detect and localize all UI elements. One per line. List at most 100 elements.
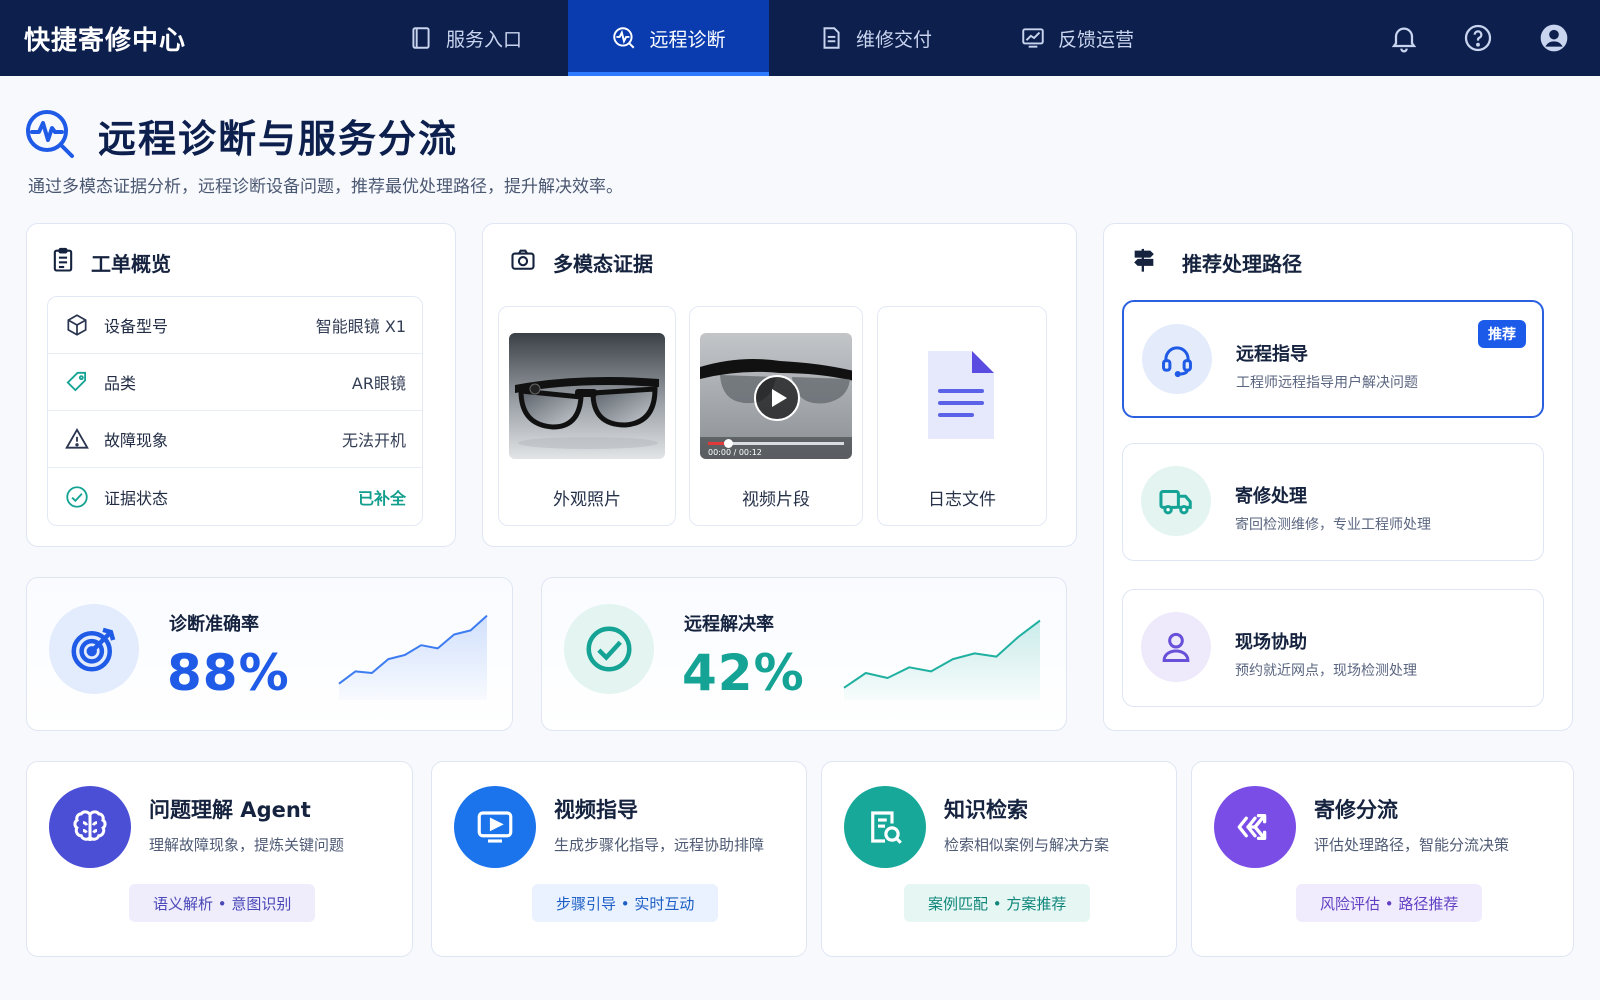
- video-play-icon: [477, 811, 513, 843]
- tab-repair-delivery[interactable]: 维修交付: [790, 0, 960, 76]
- video-play-button[interactable]: [754, 375, 800, 421]
- route-remote-guidance[interactable]: 远程指导 工程师远程指导用户解决问题 推荐: [1122, 300, 1544, 418]
- truck-icon: [1159, 489, 1192, 515]
- video-progress-track[interactable]: [708, 439, 844, 448]
- overview-value: AR眼镜: [351, 374, 406, 393]
- video-timecode: 00:00 / 00:12: [708, 448, 762, 457]
- book-icon: [412, 27, 430, 49]
- route-title: 现场协助: [1235, 632, 1307, 653]
- agent-card-knowledge-retrieval[interactable]: 知识检索 检索相似案例与解决方案 案例匹配 • 方案推荐: [821, 761, 1177, 957]
- sparkline-area: [339, 615, 487, 700]
- person-icon: [1162, 632, 1190, 662]
- doc-search-icon: [871, 811, 902, 844]
- tab-remote-diagnosis[interactable]: 远程诊断: [568, 0, 769, 76]
- agent-desc: 评估处理路径，智能分流决策: [1314, 836, 1510, 854]
- agent-tags: 风险评估 • 路径推荐: [1296, 884, 1483, 922]
- split-arrows-icon: [1237, 813, 1267, 841]
- check-circle-icon: [66, 485, 88, 508]
- headset-icon: [1162, 346, 1192, 378]
- overview-label: 证据状态: [104, 488, 169, 508]
- route-mail-in-repair[interactable]: 寄修处理 寄回检测维修，专业工程师处理: [1122, 443, 1544, 561]
- tab-label: 远程诊断: [649, 28, 726, 51]
- signpost-icon: [1134, 248, 1154, 272]
- route-desc: 预约就近网点，现场检测处理: [1235, 663, 1417, 679]
- evidence-title: 多模态证据: [553, 252, 653, 276]
- agent-desc: 检索相似案例与解决方案: [944, 836, 1110, 854]
- glasses-photo-image: [509, 333, 665, 459]
- evidence-card: 多模态证据 外观照片 00:00 / 00:12 视频片段 日志文件: [482, 223, 1077, 547]
- top-nav-bar: 快捷寄修中心 服务入口 远程诊断 维修交付 反馈运营: [0, 0, 1600, 76]
- metric-value: 42%: [682, 644, 805, 702]
- metric-icon-circle: [49, 604, 139, 694]
- metric-label: 远程解决率: [684, 614, 774, 635]
- routes-card: 推荐处理路径 远程指导 工程师远程指导用户解决问题 推荐 寄修处理 寄回检测维修…: [1103, 223, 1573, 731]
- recommended-badge: 推荐: [1478, 320, 1526, 348]
- log-file-icon: [928, 351, 994, 439]
- route-title: 寄修处理: [1235, 486, 1307, 507]
- route-icon-circle: [1142, 324, 1212, 394]
- routes-title: 推荐处理路径: [1182, 252, 1302, 276]
- route-desc: 工程师远程指导用户解决问题: [1236, 375, 1418, 391]
- user-icon[interactable]: [1538, 22, 1570, 54]
- agent-icon-circle: [49, 786, 131, 868]
- tab-label: 服务入口: [445, 28, 522, 51]
- route-onsite-assist[interactable]: 现场协助 预约就近网点，现场检测处理: [1122, 589, 1544, 707]
- agent-title: 问题理解 Agent: [149, 798, 311, 822]
- agent-icon-circle: [1214, 786, 1296, 868]
- agent-card-video-guidance[interactable]: 视频指导 生成步骤化指导，远程协助排障 步骤引导 • 实时互动: [431, 761, 807, 957]
- tab-label: 反馈运营: [1057, 28, 1134, 51]
- diagnosis-logo-icon: [26, 110, 74, 158]
- agent-card-problem-understanding[interactable]: 问题理解 Agent 理解故障现象，提炼关键问题 语义解析 • 意图识别: [26, 761, 413, 957]
- tab-feedback-ops[interactable]: 反馈运营: [992, 0, 1162, 76]
- help-icon[interactable]: [1462, 22, 1494, 54]
- page-subtitle: 通过多模态证据分析，远程诊断设备问题，推荐最优处理路径，提升解决效率。: [28, 177, 623, 197]
- diagnosis-icon: [613, 27, 635, 49]
- bell-icon[interactable]: [1388, 22, 1420, 54]
- overview-label: 品类: [104, 374, 137, 393]
- agent-title: 视频指导: [554, 798, 638, 822]
- evidence-video-label: 视频片段: [742, 490, 810, 510]
- evidence-status-value: 已补全: [357, 488, 406, 508]
- target-icon: [71, 627, 116, 672]
- overview-label: 故障现象: [104, 431, 169, 450]
- play-icon: [772, 389, 787, 407]
- evidence-video-tile[interactable]: 00:00 / 00:12 视频片段: [689, 306, 863, 526]
- metric-icon-circle: [564, 604, 654, 694]
- tab-label: 维修交付: [855, 28, 932, 51]
- evidence-photo-label: 外观照片: [553, 490, 621, 510]
- tag-icon: [66, 371, 87, 392]
- overview-value: 无法开机: [341, 431, 406, 450]
- agent-title: 寄修分流: [1314, 798, 1398, 822]
- overview-label: 设备型号: [104, 317, 169, 336]
- chart-icon: [1022, 28, 1044, 48]
- evidence-photo-tile[interactable]: 外观照片: [498, 306, 676, 526]
- overview-row-evidence-status: 证据状态 已补全: [48, 468, 422, 525]
- agent-icon-circle: [844, 786, 926, 868]
- overview-row-fault: 故障现象 无法开机: [48, 411, 422, 468]
- evidence-log-tile[interactable]: 日志文件: [877, 306, 1047, 526]
- sparkline-area: [844, 620, 1040, 700]
- metric-card-accuracy: 诊断准确率 88%: [26, 577, 513, 731]
- cube-icon: [67, 314, 87, 336]
- brain-icon: [73, 810, 107, 841]
- brand-title: 快捷寄修中心: [24, 26, 187, 56]
- agent-title: 知识检索: [944, 798, 1028, 822]
- overview-list: 设备型号 智能眼镜 X1 品类 AR眼镜 故障现象 无法开机 证据状态 已补全: [47, 296, 423, 526]
- accuracy-sparkline: [338, 614, 488, 700]
- overview-title: 工单概览: [91, 252, 171, 276]
- agent-tags: 步骤引导 • 实时互动: [532, 884, 719, 922]
- metric-card-remote-resolution: 远程解决率 42%: [541, 577, 1067, 731]
- tab-service-entry[interactable]: 服务入口: [380, 0, 550, 76]
- check-circle-icon: [586, 626, 632, 672]
- agent-icon-circle: [454, 786, 536, 868]
- agent-card-repair-triage[interactable]: 寄修分流 评估处理路径，智能分流决策 风险评估 • 路径推荐: [1191, 761, 1574, 957]
- camera-icon: [511, 249, 535, 270]
- overview-row-model: 设备型号 智能眼镜 X1: [48, 297, 422, 354]
- overview-value: 智能眼镜 X1: [315, 317, 406, 336]
- clipboard-icon: [53, 247, 73, 272]
- evidence-log-label: 日志文件: [928, 490, 996, 510]
- metric-label: 诊断准确率: [169, 614, 259, 635]
- overview-row-category: 品类 AR眼镜: [48, 354, 422, 411]
- document-icon: [823, 27, 840, 49]
- overview-card: 工单概览 设备型号 智能眼镜 X1 品类 AR眼镜 故障现象 无法开机 证据状态…: [26, 223, 456, 547]
